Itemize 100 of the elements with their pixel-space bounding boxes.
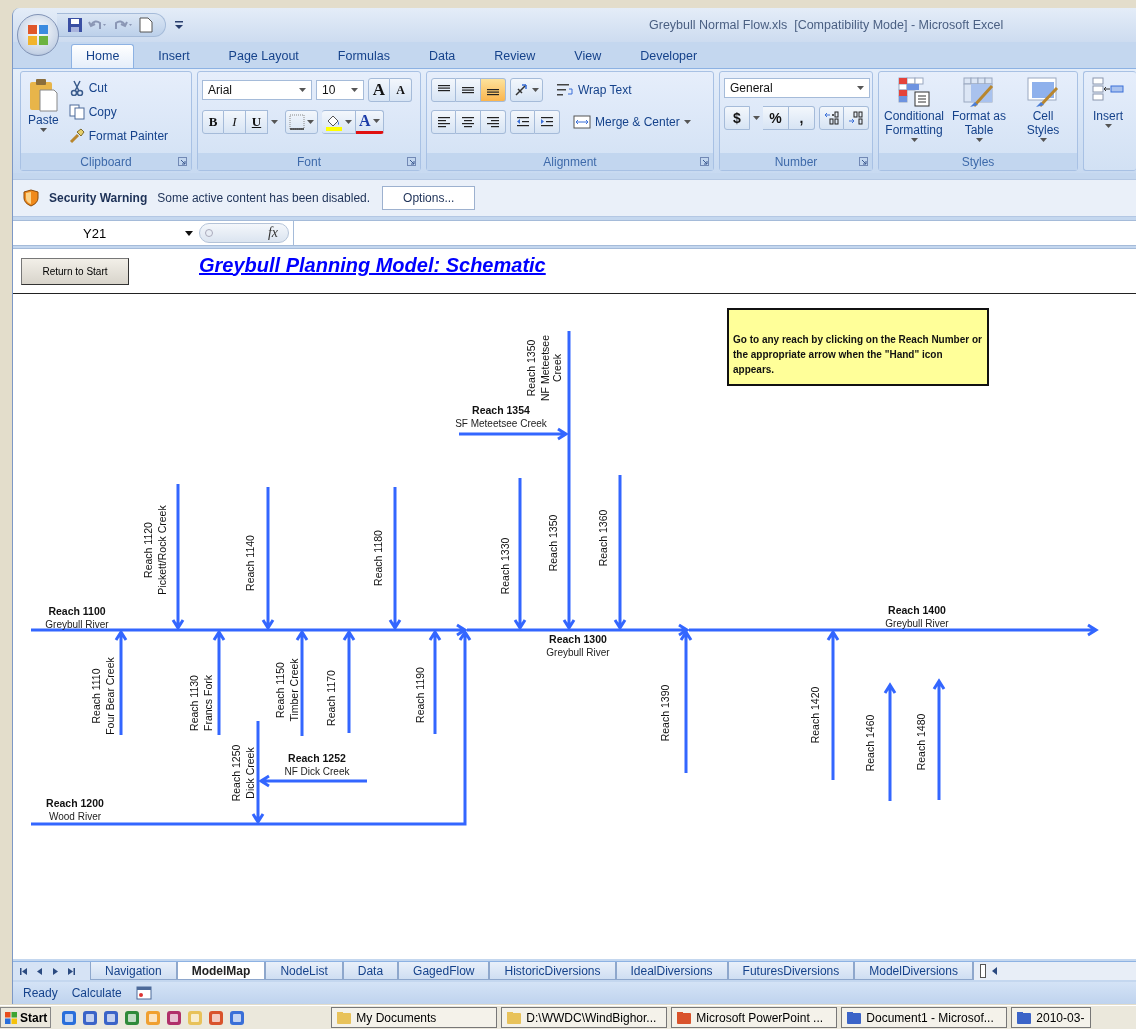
quick-launch-icon[interactable] <box>229 1009 246 1026</box>
insert-function-button[interactable]: fx <box>267 225 278 241</box>
sheet-nav-icon[interactable] <box>19 966 28 976</box>
fill-color-button[interactable] <box>322 110 356 134</box>
name-box[interactable]: Y21 <box>13 221 199 245</box>
vertical-align-button[interactable] <box>431 78 456 102</box>
reach-label[interactable]: Reach 1110 <box>90 668 102 724</box>
style-gallery-button[interactable]: Conditional Formatting <box>883 76 945 142</box>
taskbar-button[interactable]: Document1 - Microsof... <box>841 1007 1008 1028</box>
horizontal-align-button[interactable] <box>456 110 481 134</box>
return-to-start-button[interactable]: Return to Start <box>21 257 129 285</box>
reach-label[interactable]: Reach 1390 <box>659 684 671 742</box>
reach-label[interactable]: Reach 1400 <box>888 604 946 616</box>
options-button[interactable]: Options... <box>382 186 476 210</box>
paste-button[interactable]: Paste <box>25 76 62 132</box>
sheet-tab[interactable]: ModelMap <box>176 962 266 980</box>
river-arrow[interactable] <box>428 629 442 736</box>
orientation-button[interactable] <box>510 78 543 102</box>
bold-button[interactable]: B <box>202 110 224 134</box>
ribbon-tab[interactable]: Page Layout <box>213 44 314 68</box>
sheet-tab[interactable]: Navigation <box>90 962 177 980</box>
merge-center-button[interactable]: Merge & Center <box>570 110 694 134</box>
insert-button[interactable]: Insert <box>1088 76 1128 128</box>
number-format-field[interactable]: General <box>724 78 870 98</box>
river-arrow[interactable] <box>932 678 946 802</box>
dialog-launcher-icon[interactable] <box>178 157 187 166</box>
ribbon-tab[interactable]: Home <box>71 44 135 68</box>
river-arrow[interactable] <box>883 682 897 803</box>
reach-label[interactable]: Reach 1250 <box>230 744 242 802</box>
river-arrow[interactable] <box>171 482 185 631</box>
reach-label[interactable]: Reach 1170 <box>325 670 337 726</box>
decrease-decimal-button[interactable] <box>844 106 869 130</box>
river-arrow[interactable] <box>679 629 693 775</box>
new-document-icon[interactable] <box>139 17 153 33</box>
format-painter-button[interactable]: Format Painter <box>65 124 172 148</box>
quick-launch-icon[interactable] <box>61 1009 78 1026</box>
river-arrow[interactable] <box>562 329 576 631</box>
sheet-tab[interactable]: IdealDiversions <box>615 962 728 980</box>
reach-label[interactable]: Reach 1420 <box>809 686 821 744</box>
vertical-align-button[interactable] <box>481 78 506 102</box>
reach-label[interactable]: Reach 1200 <box>46 797 104 809</box>
reach-label[interactable]: Reach 1180 <box>372 530 384 586</box>
taskbar-button[interactable]: D:\WWDC\WindBighor... <box>501 1007 668 1028</box>
taskbar-button[interactable]: Microsoft PowerPoint ... <box>671 1007 838 1028</box>
cut-button[interactable]: Cut <box>65 76 172 100</box>
reach-label[interactable]: Reach 1140 <box>244 535 256 591</box>
reach-label[interactable]: Reach 1150 <box>274 662 286 718</box>
shrink-font-button[interactable]: A <box>390 78 412 102</box>
reach-label[interactable]: Reach 1460 <box>864 714 876 772</box>
borders-button[interactable] <box>285 110 318 134</box>
decrease-indent-button[interactable] <box>510 110 535 134</box>
start-button[interactable]: Start <box>0 1007 52 1028</box>
horizontal-align-button[interactable] <box>431 110 456 134</box>
underline-button[interactable]: U <box>246 110 268 134</box>
river-arrow[interactable] <box>457 427 569 441</box>
grow-font-button[interactable]: A <box>368 78 390 102</box>
taskbar-button[interactable]: My Documents <box>331 1007 498 1028</box>
comma-style-button[interactable]: , <box>789 106 815 130</box>
river-arrow[interactable] <box>513 476 527 631</box>
ribbon-tab[interactable]: Data <box>413 44 471 68</box>
ribbon-tab[interactable]: Developer <box>625 44 713 68</box>
river-arrow[interactable] <box>826 629 840 782</box>
customize-toolbar-icon[interactable] <box>174 19 184 31</box>
font-color-button[interactable]: A <box>356 110 384 134</box>
quick-launch-icon[interactable] <box>166 1009 183 1026</box>
reach-label[interactable]: Reach 1350 <box>525 339 537 397</box>
river-arrow[interactable] <box>465 623 690 637</box>
river-arrow[interactable] <box>212 629 226 737</box>
sheet-nav-icon[interactable] <box>67 966 76 976</box>
reach-label[interactable]: Reach 1480 <box>915 713 927 771</box>
ribbon-tab[interactable]: View <box>559 44 617 68</box>
reach-label[interactable]: Reach 1360 <box>597 509 609 567</box>
vertical-align-button[interactable] <box>456 78 481 102</box>
sheet-tab[interactable]: GagedFlow <box>398 962 490 980</box>
wrap-text-button[interactable]: Wrap Text <box>553 78 635 102</box>
quick-launch-icon[interactable] <box>103 1009 120 1026</box>
sheet-tab[interactable]: ModelDiversions <box>854 962 973 980</box>
percent-button[interactable]: % <box>763 106 789 130</box>
reach-label[interactable]: Reach 1252 <box>288 752 346 764</box>
copy-button[interactable]: Copy <box>65 100 172 124</box>
save-icon[interactable] <box>67 17 83 33</box>
scroll-left-icon[interactable] <box>991 967 998 975</box>
reach-label[interactable]: Reach 1190 <box>414 667 426 723</box>
sheet-tab[interactable]: Data <box>342 962 399 980</box>
italic-button[interactable]: I <box>224 110 246 134</box>
style-gallery-button[interactable]: Format as Table <box>949 76 1009 142</box>
macro-recording-icon[interactable] <box>135 986 152 1000</box>
quick-launch-icon[interactable] <box>82 1009 99 1026</box>
reach-label[interactable]: Reach 1354 <box>472 404 530 416</box>
ribbon-tab[interactable]: Formulas <box>322 44 405 68</box>
increase-decimal-button[interactable] <box>819 106 844 130</box>
sheet-tab[interactable]: HistoricDiversions <box>489 962 616 980</box>
quick-launch-icon[interactable] <box>124 1009 141 1026</box>
reach-label[interactable]: Reach 1120 <box>142 522 154 578</box>
currency-button[interactable]: $ <box>724 106 750 130</box>
river-arrow[interactable] <box>261 485 275 631</box>
reach-label[interactable]: Reach 1350 <box>547 514 559 572</box>
tab-split-handle[interactable] <box>979 964 986 978</box>
caret-icon[interactable] <box>271 120 278 124</box>
river-arrow[interactable] <box>258 774 369 788</box>
